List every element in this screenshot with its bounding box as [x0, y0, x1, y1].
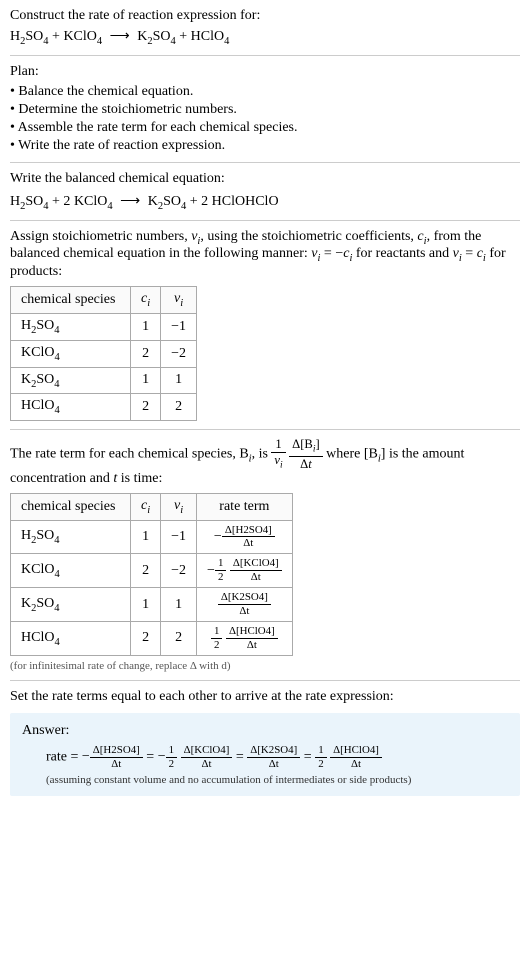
rate-intro: The rate term for each chemical species,…	[10, 438, 520, 672]
prompt-text: Construct the rate of reaction expressio…	[10, 8, 520, 24]
table-row: HClO4 2 2 12 Δ[HClO4]Δt	[11, 622, 293, 656]
species-h2so4: H2SO4	[10, 29, 49, 44]
species-hclo4: HClOHClO	[212, 194, 279, 209]
answer-note: (assuming constant volume and no accumul…	[46, 774, 508, 786]
species-kclo4: KClO4	[63, 29, 102, 44]
reaction-arrow-icon: ⟶	[106, 28, 134, 45]
stoich-table: chemical species ci νi H2SO4 1 −1 KClO4 …	[10, 286, 197, 421]
species-hclo4: HClO4	[191, 29, 230, 44]
species-kclo4: KClO4	[74, 194, 113, 209]
header-section: Construct the rate of reaction expressio…	[10, 8, 520, 47]
balanced-label: Write the balanced chemical equation:	[10, 171, 520, 187]
plan-section: Plan: • Balance the chemical equation. •…	[10, 64, 520, 154]
species-k2so4: K2SO4	[148, 194, 187, 209]
plus-coef: + 2	[49, 194, 74, 209]
section-divider	[10, 220, 520, 221]
table-header-row: chemical species ci νi rate term	[11, 493, 293, 520]
col-species: chemical species	[11, 287, 131, 314]
balanced-section: Write the balanced chemical equation: H2…	[10, 171, 520, 212]
rate-table: chemical species ci νi rate term H2SO4 1…	[10, 493, 293, 656]
answer-label: Answer:	[22, 723, 508, 739]
final-label: Set the rate terms equal to each other t…	[10, 689, 520, 705]
species-h2so4: H2SO4	[10, 194, 49, 209]
stoich-intro: Assign stoichiometric numbers, νi, using…	[10, 229, 520, 422]
table-row: KClO4 2 −2 −12 Δ[KClO4]Δt	[11, 554, 293, 588]
table-header-row: chemical species ci νi	[11, 287, 197, 314]
col-rate-term: rate term	[197, 493, 293, 520]
plan-title: Plan:	[10, 64, 520, 80]
col-vi: νi	[161, 493, 197, 520]
fraction: 1νi	[271, 438, 285, 471]
table-row: HClO4 2 2	[11, 394, 197, 421]
table-row: K2SO4 1 1 Δ[K2SO4]Δt	[11, 588, 293, 622]
plus-sign: +	[49, 29, 64, 44]
rate-expression: rate = −Δ[H2SO4]Δt = −12 Δ[KClO4]Δt = Δ[…	[46, 745, 508, 770]
plus-sign: +	[176, 29, 191, 44]
section-divider	[10, 55, 520, 56]
section-divider	[10, 429, 520, 430]
plan-item: • Write the rate of reaction expression.	[10, 138, 520, 154]
rate-note: (for infinitesimal rate of change, repla…	[10, 660, 520, 672]
table-row: K2SO4 1 1	[11, 367, 197, 394]
col-vi: νi	[161, 287, 197, 314]
table-row: KClO4 2 −2	[11, 340, 197, 367]
col-ci: ci	[131, 493, 161, 520]
reaction-arrow-icon: ⟶	[116, 193, 144, 210]
unbalanced-equation: H2SO4 + KClO4 ⟶ K2SO4 + HClO4	[10, 28, 520, 47]
fraction: Δ[Bi]Δt	[289, 438, 323, 471]
section-divider	[10, 680, 520, 681]
col-species: chemical species	[11, 493, 131, 520]
plan-item: • Determine the stoichiometric numbers.	[10, 102, 520, 118]
plus-coef: + 2	[186, 194, 211, 209]
plan-item: • Assemble the rate term for each chemic…	[10, 120, 520, 136]
balanced-equation: H2SO4 + 2 KClO4 ⟶ K2SO4 + 2 HClOHClO	[10, 193, 520, 212]
section-divider	[10, 162, 520, 163]
answer-box: Answer: rate = −Δ[H2SO4]Δt = −12 Δ[KClO4…	[10, 713, 520, 796]
col-ci: ci	[131, 287, 161, 314]
table-row: H2SO4 1 −1 −Δ[H2SO4]Δt	[11, 520, 293, 554]
plan-item: • Balance the chemical equation.	[10, 84, 520, 100]
table-row: H2SO4 1 −1	[11, 313, 197, 340]
species-k2so4: K2SO4	[137, 29, 176, 44]
